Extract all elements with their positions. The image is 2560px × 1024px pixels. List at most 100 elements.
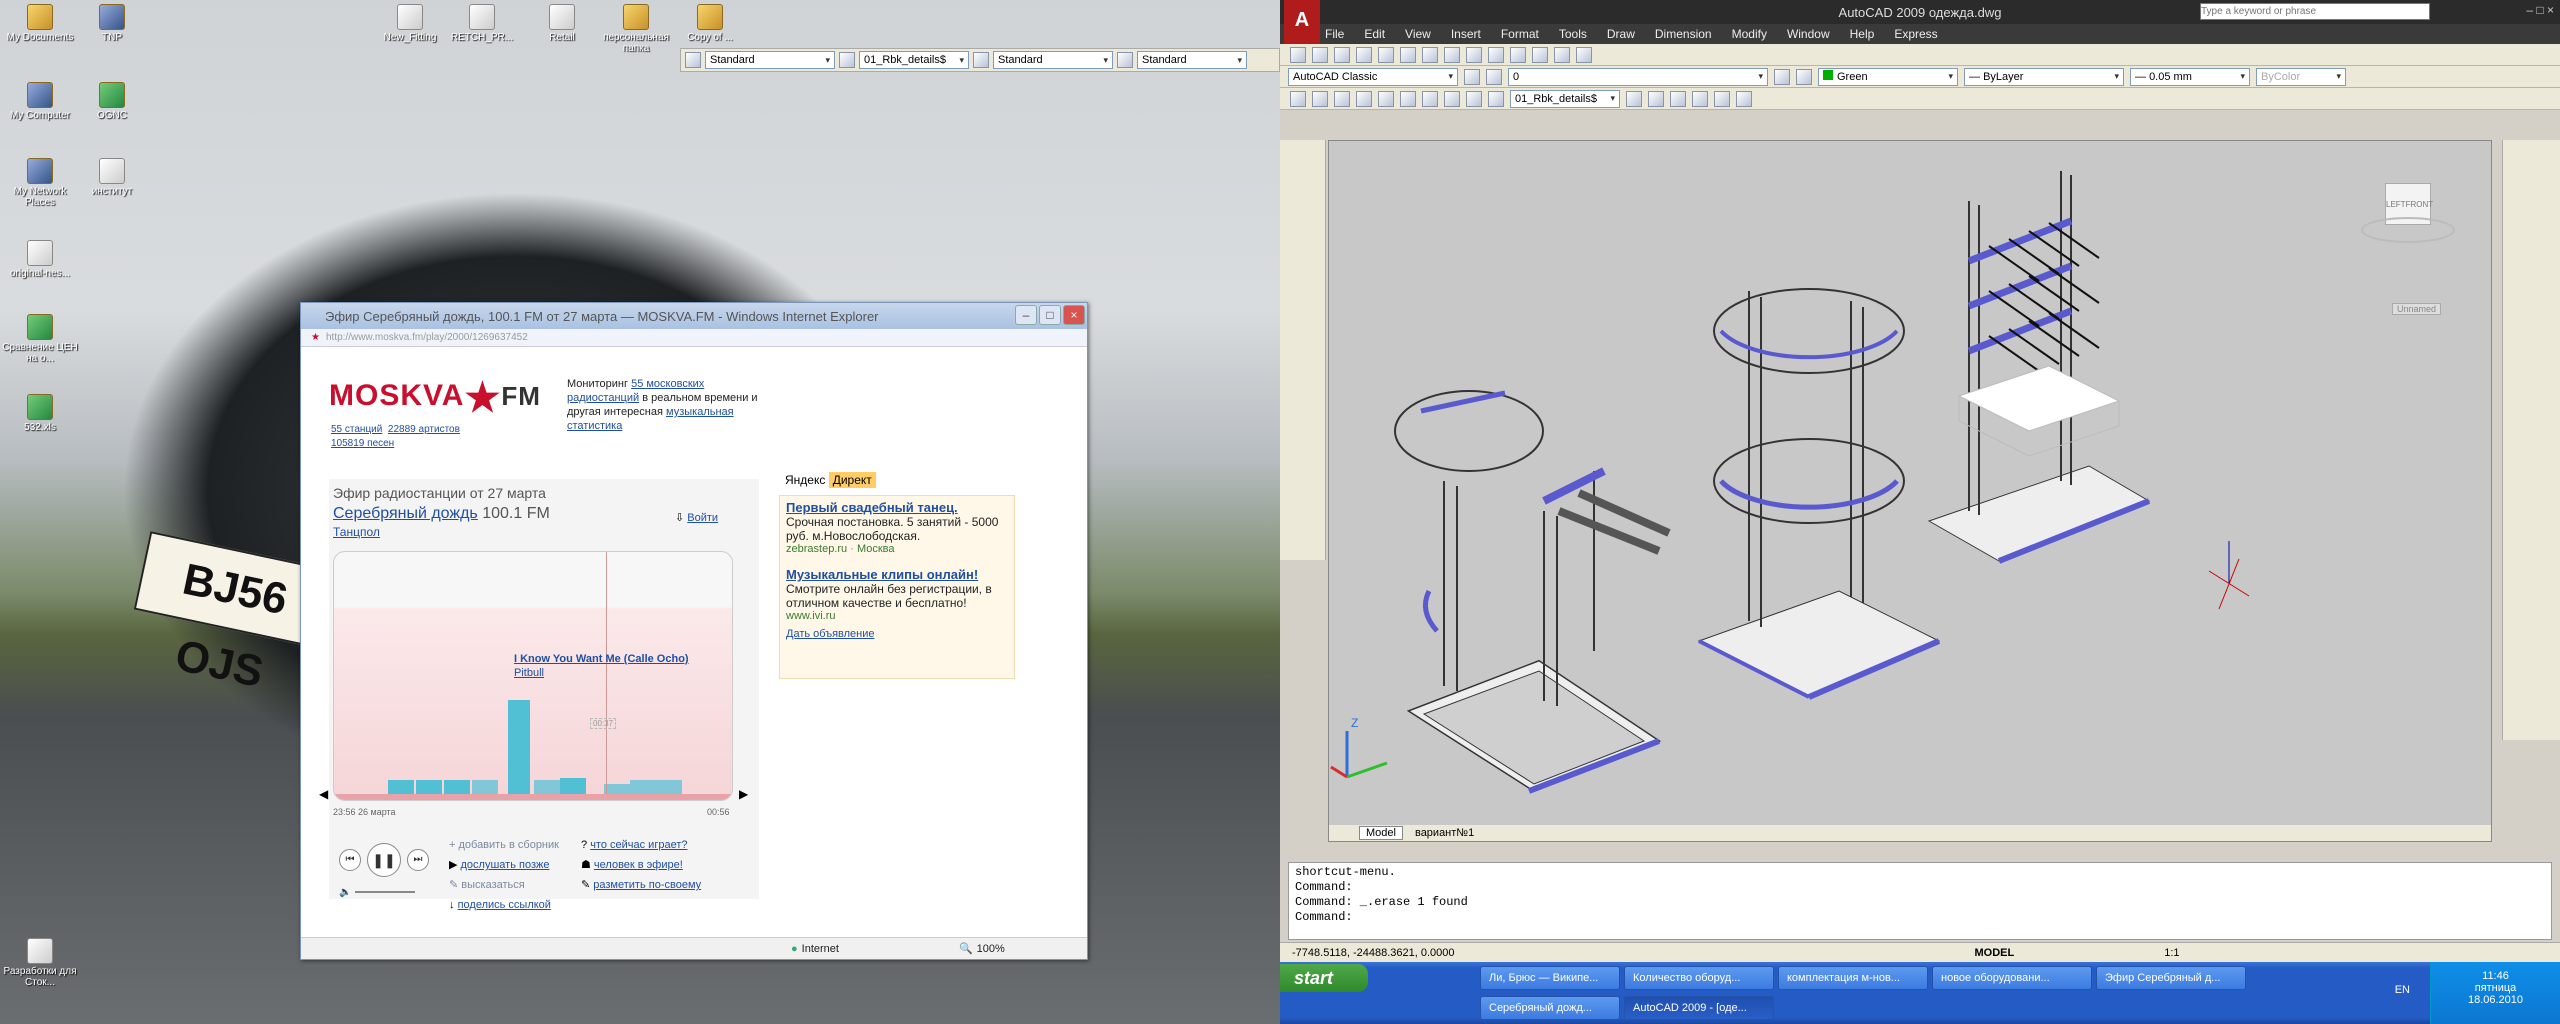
- person-on-air-action[interactable]: ☗ человек в эфире!: [581, 855, 701, 875]
- pan-icon[interactable]: [1488, 46, 1504, 63]
- artists-link[interactable]: 22889 артистов: [388, 424, 460, 435]
- previous-layer-icon[interactable]: [1796, 68, 1812, 85]
- new-icon[interactable]: [1290, 46, 1306, 63]
- zoom-icon[interactable]: [1510, 46, 1526, 63]
- acad-titlebar[interactable]: A AutoCAD 2009 одежда.dwg – □ ×: [1280, 0, 2560, 44]
- viewcube-compass[interactable]: [2361, 217, 2455, 243]
- autocad-logo-icon[interactable]: A: [1284, 0, 1320, 44]
- desktop-icon-retch[interactable]: RETCH_PR...: [442, 4, 522, 43]
- taskbar-button-active[interactable]: AutoCAD 2009 - [оде...: [1624, 996, 1774, 1020]
- menu-dimension[interactable]: Dimension: [1655, 27, 1712, 41]
- orbit-icon[interactable]: [1626, 90, 1642, 107]
- menu-tools[interactable]: Tools: [1559, 27, 1587, 41]
- menu-view[interactable]: View: [1405, 27, 1431, 41]
- ad-item[interactable]: Первый свадебный танец. Срочная постанов…: [780, 496, 1014, 559]
- track-bar[interactable]: [472, 780, 498, 794]
- linear-dim-icon[interactable]: [1444, 90, 1460, 107]
- render-icon[interactable]: [1692, 90, 1708, 107]
- radius-dim-icon[interactable]: [1488, 90, 1504, 107]
- desktop-icon-tnp[interactable]: TNP: [72, 4, 152, 43]
- model-toggle[interactable]: MODEL: [1975, 947, 2015, 959]
- desktop-icon-razrabotki[interactable]: Разработки для Сток...: [0, 938, 80, 988]
- moskva-fm-logo[interactable]: MOSKVA★FM: [329, 375, 541, 421]
- share-link-action[interactable]: ↓ поделись ссылкой: [449, 895, 559, 915]
- desktop-icon-my-computer[interactable]: My Computer: [0, 82, 80, 121]
- menu-express[interactable]: Express: [1894, 27, 1937, 41]
- command-prompt[interactable]: Command:: [1295, 910, 2545, 925]
- help-icon[interactable]: [1576, 46, 1592, 63]
- prev-button[interactable]: ⏮: [339, 849, 361, 871]
- minimize-button[interactable]: –: [1015, 305, 1037, 325]
- desktop-icon-copy[interactable]: Copy of ...: [670, 4, 750, 43]
- annotation-scale[interactable]: 1:1: [2164, 947, 2179, 959]
- text-style-combo[interactable]: Standard: [705, 51, 835, 69]
- design-center-icon[interactable]: [1554, 46, 1570, 63]
- dimension-icon[interactable]: [1422, 90, 1438, 107]
- playlist-graph[interactable]: 00:37 I Know You Want Me (Calle Ocho) Pi…: [333, 551, 733, 801]
- text-style-icon[interactable]: [685, 52, 701, 68]
- copy-icon[interactable]: [1400, 46, 1416, 63]
- menu-modify[interactable]: Modify: [1732, 27, 1767, 41]
- scroll-right-arrow[interactable]: ▶: [739, 787, 748, 801]
- table-style-icon[interactable]: [973, 52, 989, 68]
- print-icon[interactable]: [1356, 46, 1372, 63]
- window-controls[interactable]: – □ ×: [2526, 3, 2554, 17]
- menu-edit[interactable]: Edit: [1364, 27, 1385, 41]
- shade-icon[interactable]: [1670, 90, 1686, 107]
- desktop-icon-ognc[interactable]: OGNC: [72, 82, 152, 121]
- scroll-left-arrow[interactable]: ◀: [319, 787, 328, 801]
- track-bar[interactable]: [444, 780, 470, 794]
- volume-slider[interactable]: 🔈: [339, 887, 429, 898]
- match-layer-icon[interactable]: [1774, 68, 1790, 85]
- materials-icon[interactable]: [1714, 90, 1730, 107]
- track-bar[interactable]: [388, 780, 414, 794]
- rectangle-icon[interactable]: [1378, 90, 1394, 107]
- ie-titlebar[interactable]: Эфир Серебряный дождь, 100.1 FM от 27 ма…: [301, 303, 1087, 329]
- dim-style-combo[interactable]: 01_Rbk_details$: [859, 51, 969, 69]
- workspace-combo[interactable]: AutoCAD Classic: [1288, 67, 1458, 86]
- stations-link[interactable]: 55 станций: [331, 424, 382, 435]
- station-link[interactable]: Серебряный дождь: [333, 505, 478, 522]
- coordinates-readout[interactable]: -7748.5118, -24488.3621, 0.0000: [1292, 947, 1455, 959]
- taskbar-button[interactable]: новое оборудовани...: [1932, 966, 2092, 990]
- paste-icon[interactable]: [1422, 46, 1438, 63]
- desktop-icon-my-documents[interactable]: My Documents: [0, 4, 80, 43]
- lineweight-combo[interactable]: — 0.05 mm: [2130, 67, 2250, 86]
- desktop-icon-network[interactable]: My Network Places: [0, 158, 80, 208]
- workspace-settings-icon[interactable]: [1464, 68, 1480, 85]
- menu-file[interactable]: File: [1325, 27, 1344, 41]
- pause-button[interactable]: ❚❚: [367, 843, 401, 877]
- ucs-menu[interactable]: Unnamed: [2391, 303, 2441, 315]
- open-icon[interactable]: [1312, 46, 1328, 63]
- genre-link[interactable]: Танцпол: [333, 525, 380, 539]
- desktop-icon-personal-folder[interactable]: персональная папка: [596, 4, 676, 54]
- whats-playing-action[interactable]: ? что сейчас играет?: [581, 835, 701, 855]
- add-to-collection-action[interactable]: + добавить в сборник: [449, 835, 559, 855]
- taskbar-button[interactable]: Ли, Брюс — Википе...: [1480, 966, 1620, 990]
- rack-model-2[interactable]: [1697, 288, 1941, 700]
- clock-time[interactable]: 11:46: [2431, 970, 2560, 982]
- language-indicator[interactable]: EN: [2395, 984, 2410, 996]
- mleader-style-combo[interactable]: Standard: [1137, 51, 1247, 69]
- maximize-button[interactable]: □: [1039, 305, 1061, 325]
- desktop-icon-retail[interactable]: Retail: [522, 4, 602, 43]
- track-bar[interactable]: [656, 780, 682, 794]
- ad-item[interactable]: Музыкальные клипы онлайн! Смотрите онлай…: [780, 563, 1014, 626]
- desktop-icon-532[interactable]: 532.xls: [0, 394, 80, 433]
- circle-icon[interactable]: [1334, 90, 1350, 107]
- cut-icon[interactable]: [1378, 46, 1394, 63]
- menu-window[interactable]: Window: [1787, 27, 1830, 41]
- start-button[interactable]: start: [1280, 964, 1368, 992]
- command-window[interactable]: shortcut-menu. Command: Command: _.erase…: [1288, 862, 2552, 940]
- tag-action[interactable]: ✎ разметить по-своему: [581, 875, 701, 895]
- address-bar[interactable]: ★ http://www.moskva.fm/play/2000/1269637…: [301, 329, 1087, 347]
- hatch-icon[interactable]: [1400, 90, 1416, 107]
- mleader-style-icon[interactable]: [1117, 52, 1133, 68]
- track-title-link[interactable]: I Know You Want Me (Calle Ocho): [514, 653, 689, 665]
- model-viewport[interactable]: Z LEFT FRONT Unnamed Model вариант№1: [1328, 140, 2492, 842]
- help-search-input[interactable]: [2200, 3, 2430, 20]
- desktop-icon-institut[interactable]: институт: [72, 158, 152, 197]
- place-ad-link[interactable]: Дать объявление: [780, 626, 1014, 642]
- arc-icon[interactable]: [1356, 90, 1372, 107]
- plotstyle-combo[interactable]: ByColor: [2256, 67, 2346, 86]
